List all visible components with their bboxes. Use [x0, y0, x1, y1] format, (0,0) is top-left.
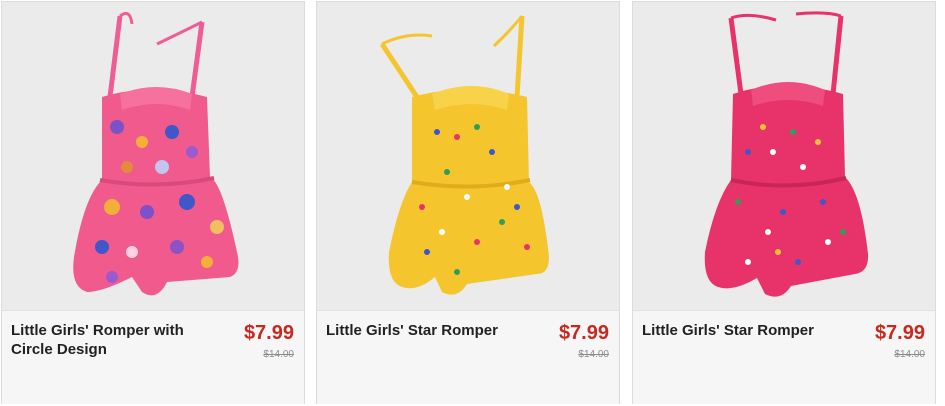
product-image[interactable]: [633, 2, 935, 310]
product-info: Little Girls' Romper with Circle Design …: [2, 310, 304, 404]
original-price: $14.00: [578, 349, 609, 360]
original-price: $14.00: [894, 349, 925, 360]
product-grid: Little Girls' Romper with Circle Design …: [0, 0, 945, 406]
romper-circle-image: [2, 2, 304, 310]
product-card-2[interactable]: Little Girls' Star Romper $7.99 $14.00: [316, 1, 620, 404]
sale-price: $7.99: [243, 322, 294, 344]
romper-star-pink-image: [633, 2, 935, 310]
product-info: Little Girls' Star Romper $7.99 $14.00: [317, 310, 619, 404]
sale-price: $7.99: [874, 322, 925, 344]
original-price: $14.00: [263, 349, 294, 360]
romper-star-yellow-image: [317, 2, 619, 310]
product-info: Little Girls' Star Romper $7.99 $14.00: [633, 310, 935, 404]
product-card-1[interactable]: Little Girls' Romper with Circle Design …: [1, 1, 305, 404]
product-image[interactable]: [2, 2, 304, 310]
sale-price: $7.99: [558, 322, 609, 344]
product-title[interactable]: Little Girls' Romper with Circle Design: [11, 321, 211, 359]
product-image[interactable]: [317, 2, 619, 310]
product-card-3[interactable]: Little Girls' Star Romper $7.99 $14.00: [632, 1, 936, 404]
product-title[interactable]: Little Girls' Star Romper: [642, 321, 842, 340]
product-title[interactable]: Little Girls' Star Romper: [326, 321, 526, 340]
